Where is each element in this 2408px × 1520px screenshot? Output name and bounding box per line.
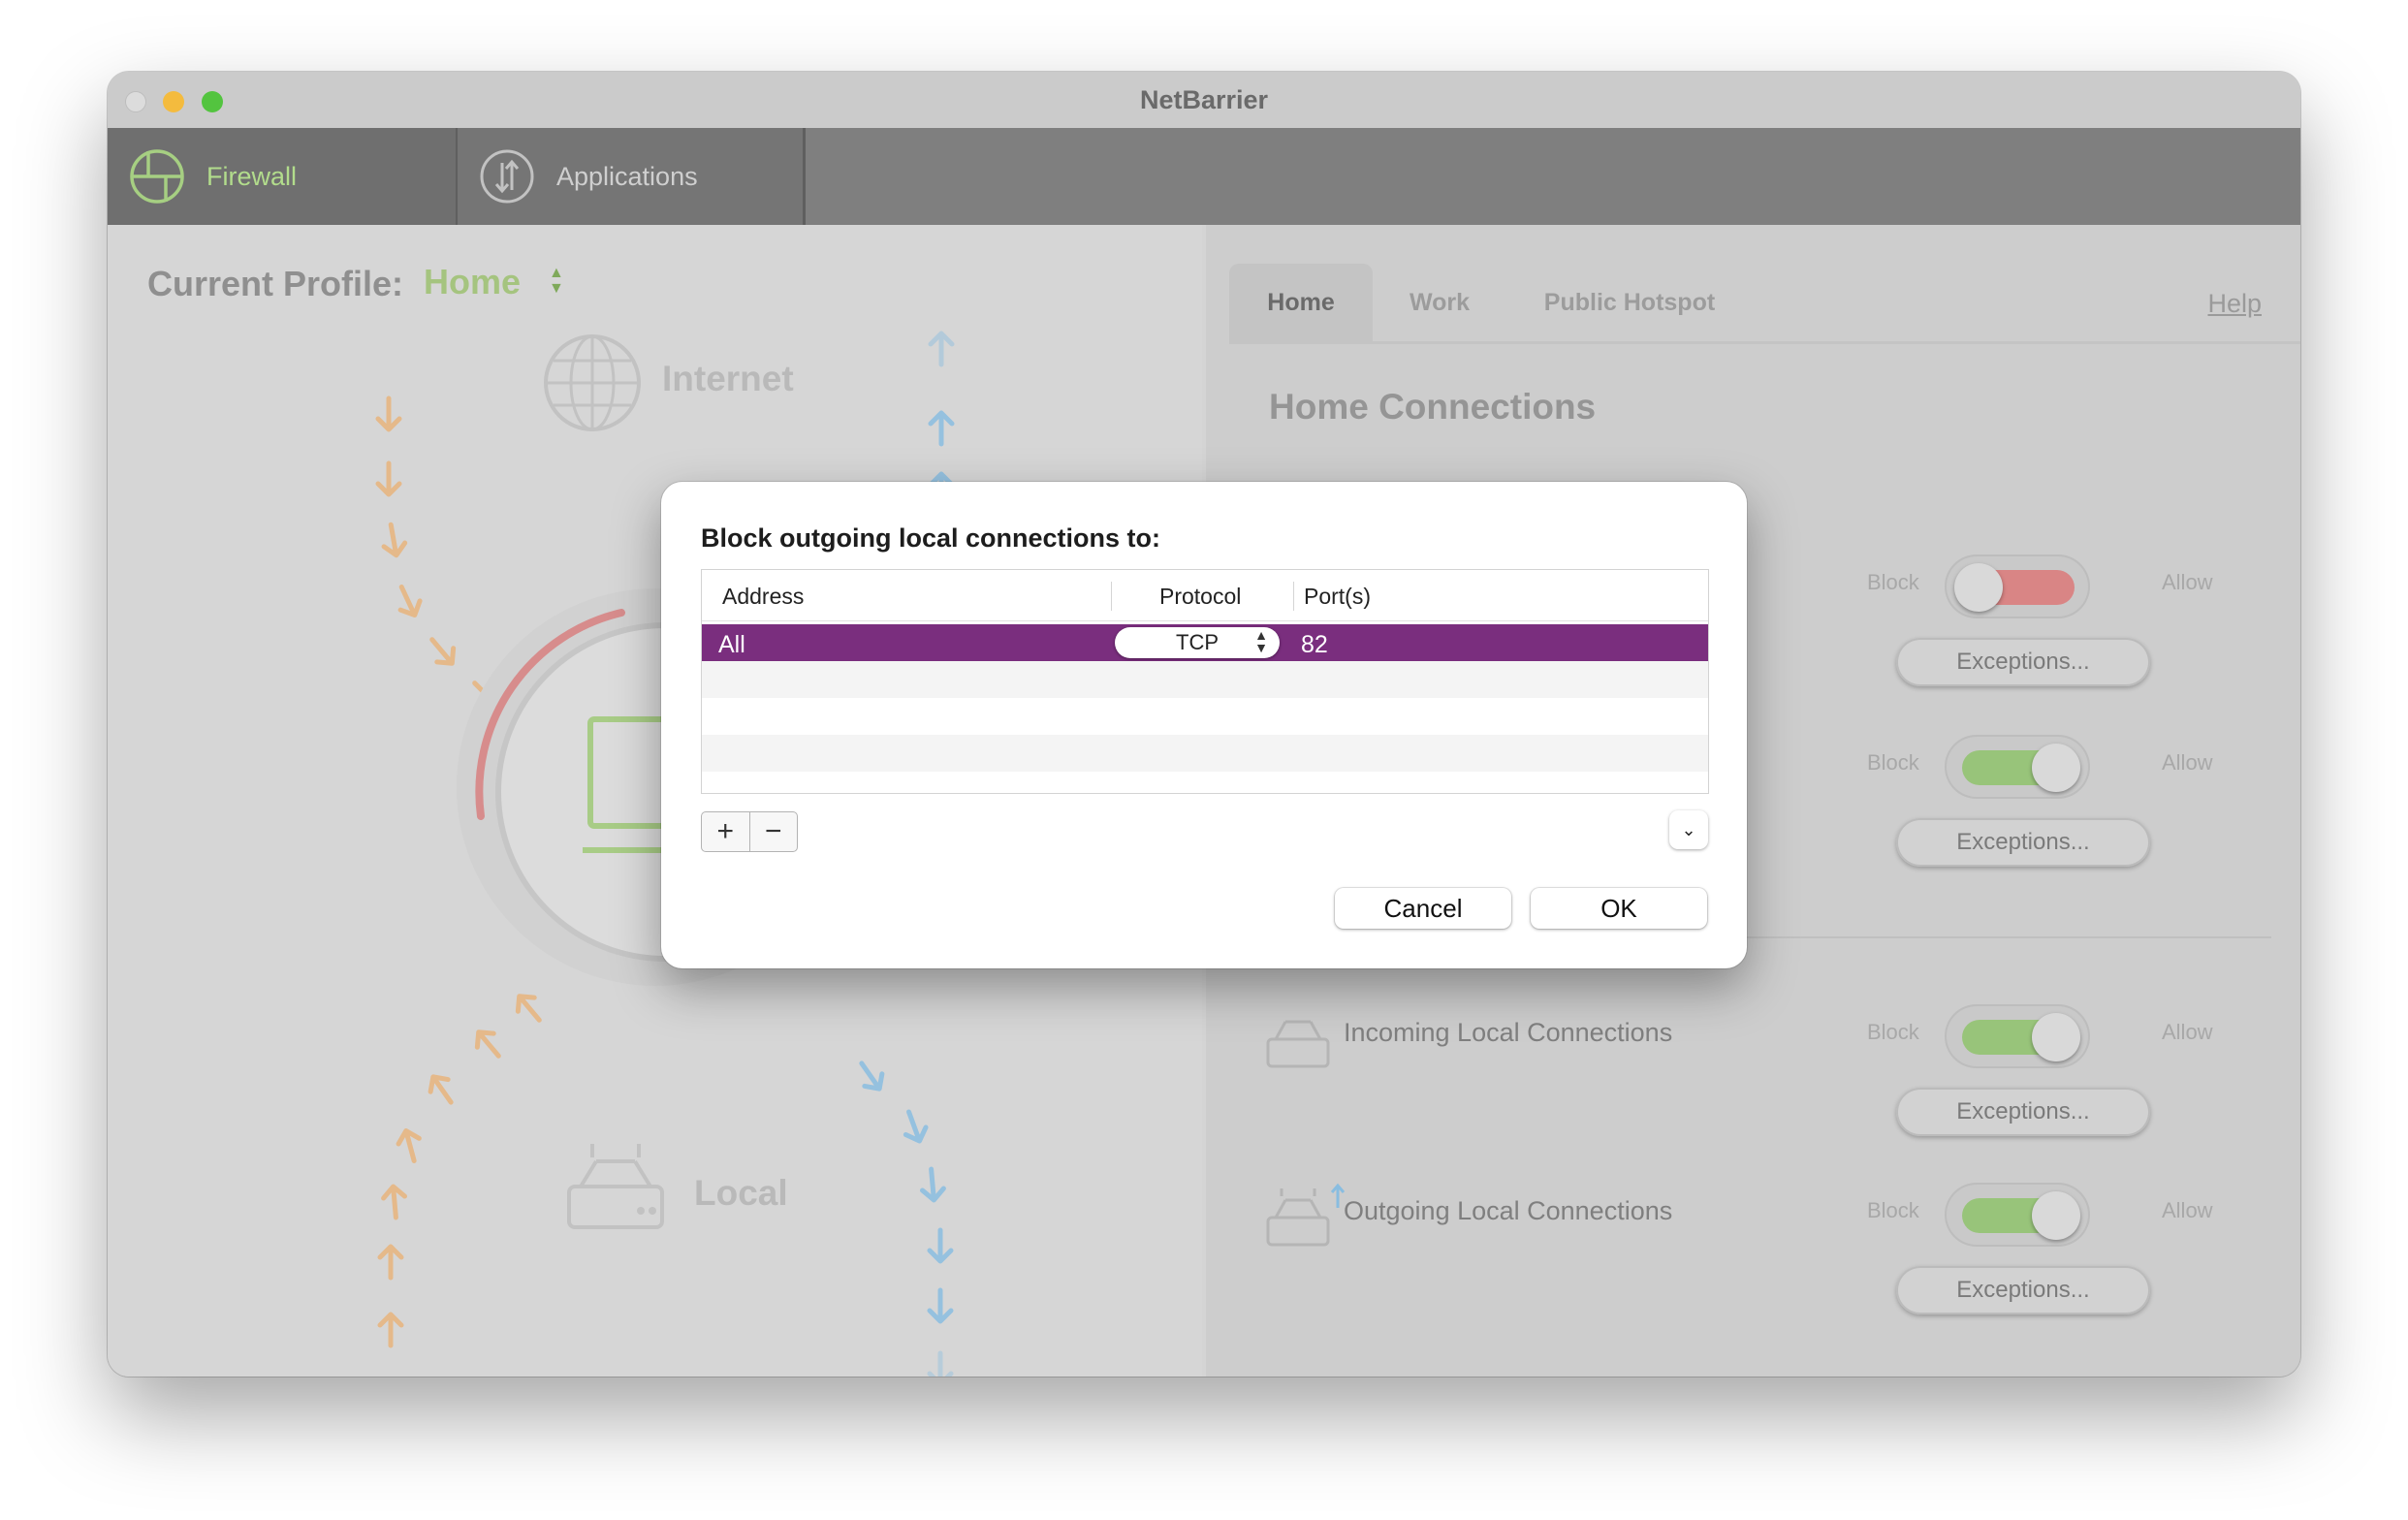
applications-icon bbox=[480, 149, 534, 204]
remove-row-button[interactable]: − bbox=[750, 812, 798, 851]
title-bar: NetBarrier bbox=[108, 72, 2300, 128]
block-connections-dialog: Block outgoing local connections to: Add… bbox=[661, 482, 1747, 968]
allow-label: Allow bbox=[2162, 1020, 2213, 1044]
tab-firewall[interactable]: Firewall bbox=[108, 128, 456, 225]
table-header: Address Protocol Port(s) bbox=[702, 570, 1708, 621]
dialog-title: Block outgoing local connections to: bbox=[701, 523, 1161, 553]
cancel-button[interactable]: Cancel bbox=[1335, 888, 1511, 929]
column-ports[interactable]: Port(s) bbox=[1304, 584, 1371, 610]
ports-cell[interactable]: 82 bbox=[1301, 631, 1328, 659]
traffic-arrow-icon bbox=[428, 1074, 454, 1105]
rules-table: Address Protocol Port(s) All TCP ▲ ▼ 82 bbox=[701, 569, 1709, 794]
exceptions-button[interactable]: Exceptions... bbox=[1896, 1088, 2150, 1136]
outgoing-router-icon bbox=[1266, 1183, 1346, 1247]
toolbar: Firewall Applications bbox=[108, 128, 2300, 225]
section-title: Home Connections bbox=[1269, 387, 1597, 427]
outgoing-local-toggle[interactable] bbox=[1945, 1183, 2090, 1247]
traffic-arrow-icon bbox=[377, 1312, 404, 1348]
internet-label: Internet bbox=[662, 359, 794, 398]
toggle-knob bbox=[2032, 1013, 2080, 1061]
window-title: NetBarrier bbox=[1139, 85, 1269, 114]
column-address[interactable]: Address bbox=[722, 584, 804, 610]
firewall-icon bbox=[130, 149, 184, 204]
add-remove-control: + − bbox=[701, 811, 798, 852]
incoming-local-toggle[interactable] bbox=[1945, 1004, 2090, 1068]
connection-label: Incoming Local Connections bbox=[1344, 1018, 1673, 1047]
allow-label: Allow bbox=[2162, 1198, 2213, 1222]
traffic-arrow-icon bbox=[375, 460, 402, 497]
exceptions-button[interactable]: Exceptions... bbox=[1896, 1266, 2150, 1314]
connection-row-outgoing-local: Outgoing Local Connections Block Allow E… bbox=[1206, 1183, 2300, 1367]
exceptions-button[interactable]: Exceptions... bbox=[1896, 818, 2150, 867]
traffic-arrow-icon bbox=[515, 994, 542, 1023]
profile-stepper-icon[interactable]: ▲ ▼ bbox=[549, 266, 564, 297]
tab-work[interactable]: Work bbox=[1373, 264, 1506, 341]
traffic-arrow-icon bbox=[397, 584, 423, 618]
toggle-knob bbox=[1954, 563, 2003, 612]
ok-button[interactable]: OK bbox=[1531, 888, 1707, 929]
table-row-empty bbox=[702, 661, 1708, 698]
traffic-arrow-icon bbox=[927, 1287, 954, 1324]
incoming-router-icon bbox=[1266, 1020, 1330, 1068]
block-label: Block bbox=[1867, 1198, 1919, 1222]
table-row-empty bbox=[702, 698, 1708, 735]
allow-label: Allow bbox=[2162, 750, 2213, 775]
traffic-arrow-icon bbox=[928, 331, 955, 367]
tab-applications[interactable]: Applications bbox=[458, 128, 803, 225]
exceptions-button[interactable]: Exceptions... bbox=[1896, 638, 2150, 686]
traffic-arrow-icon bbox=[903, 1109, 929, 1144]
tab-underline bbox=[1229, 341, 2300, 344]
block-label: Block bbox=[1867, 750, 1919, 775]
allow-label: Allow bbox=[2162, 570, 2213, 594]
tab-home[interactable]: Home bbox=[1229, 264, 1373, 341]
connection-label: Outgoing Local Connections bbox=[1344, 1196, 1673, 1225]
tab-public-hotspot[interactable]: Public Hotspot bbox=[1508, 264, 1751, 341]
local-label: Local bbox=[694, 1173, 788, 1213]
traffic-arrow-icon bbox=[375, 396, 402, 432]
add-row-button[interactable]: + bbox=[702, 812, 750, 851]
profile-selector[interactable]: Home bbox=[424, 262, 521, 302]
connection-row-incoming-local: Incoming Local Connections Block Allow E… bbox=[1206, 1004, 2300, 1188]
traffic-arrow-icon bbox=[927, 1227, 954, 1264]
tab-applications-label: Applications bbox=[556, 161, 698, 191]
block-label: Block bbox=[1867, 1020, 1919, 1044]
tab-firewall-label: Firewall bbox=[206, 161, 298, 191]
connection-toggle[interactable] bbox=[1945, 735, 2090, 799]
traffic-arrow-icon bbox=[927, 1350, 954, 1377]
connection-toggle[interactable] bbox=[1945, 554, 2090, 618]
traffic-arrow-icon bbox=[377, 1244, 404, 1281]
table-row-empty bbox=[702, 735, 1708, 772]
profile-label: Current Profile: bbox=[147, 264, 404, 303]
column-separator bbox=[1293, 582, 1294, 611]
traffic-arrow-icon bbox=[919, 1166, 946, 1203]
address-cell[interactable]: All bbox=[718, 631, 745, 659]
protocol-value: TCP bbox=[1176, 630, 1219, 654]
toolbar-divider bbox=[803, 128, 806, 225]
globe-icon bbox=[544, 334, 641, 431]
router-icon bbox=[567, 1144, 664, 1229]
toggle-knob bbox=[2032, 744, 2080, 792]
chevron-down-icon[interactable]: ⌄ bbox=[1669, 810, 1708, 849]
table-row[interactable]: All TCP ▲ ▼ 82 bbox=[702, 624, 1708, 661]
block-label: Block bbox=[1867, 570, 1919, 594]
traffic-arrow-icon bbox=[381, 522, 408, 558]
column-protocol[interactable]: Protocol bbox=[1159, 584, 1241, 610]
help-link[interactable]: Help bbox=[2207, 289, 2262, 319]
updown-chevron-icon: ▲ ▼ bbox=[1254, 627, 1268, 655]
profile-tabs: Home Work Public Hotspot bbox=[1229, 264, 2300, 341]
traffic-arrow-icon bbox=[859, 1061, 885, 1092]
toggle-knob bbox=[2032, 1191, 2080, 1240]
column-separator bbox=[1111, 582, 1112, 611]
traffic-arrow-icon bbox=[381, 1184, 408, 1220]
traffic-arrow-icon bbox=[928, 410, 955, 447]
traffic-arrow-icon bbox=[474, 1029, 501, 1059]
traffic-arrow-icon bbox=[396, 1128, 422, 1163]
protocol-popup[interactable]: TCP ▲ ▼ bbox=[1115, 627, 1280, 658]
